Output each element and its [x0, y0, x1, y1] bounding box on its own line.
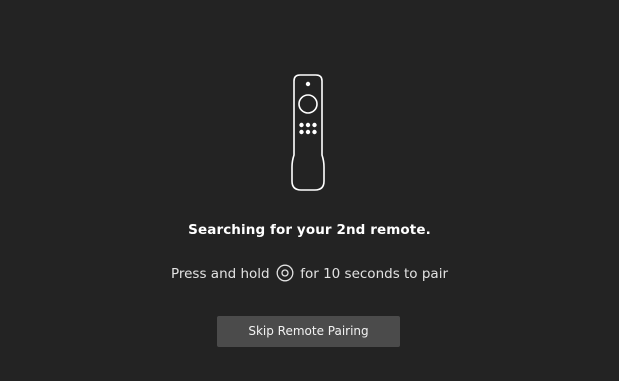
remote-pairing-screen: Searching for your 2nd remote. Press and…	[0, 0, 619, 381]
instruction-text-before: Press and hold	[170, 266, 270, 282]
pairing-instruction: Press and hold for 10 seconds to pair	[0, 264, 619, 282]
pairing-title: Searching for your 2nd remote.	[188, 222, 431, 238]
skip-remote-pairing-button[interactable]: Skip Remote Pairing	[217, 316, 400, 347]
select-button-icon	[276, 264, 294, 282]
remote-control-icon	[291, 74, 325, 191]
instruction-text-after: for 10 seconds to pair	[300, 266, 449, 282]
